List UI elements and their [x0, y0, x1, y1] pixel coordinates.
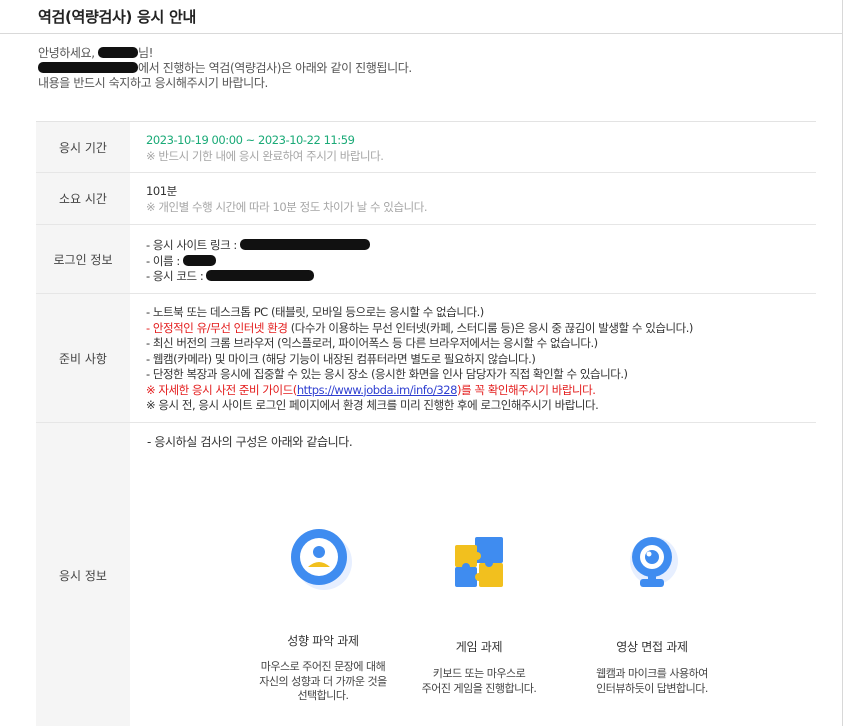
row-duration: 소요 시간 101분 ※ 개인별 수행 시간에 따라 10분 정도 차이가 날 … — [36, 173, 816, 225]
person-icon — [291, 529, 352, 590]
prep-guide-suffix: )를 꼭 확인해주시기 바랍니다. — [457, 382, 596, 397]
site-link-label: - 응시 사이트 링크 : — [146, 238, 241, 252]
redacted-name — [98, 47, 139, 58]
card-personality-desc-3: 선택합니다. — [297, 689, 349, 702]
info-table: 응시 기간 2023-10-19 00:00 ~ 2023-10-22 11:5… — [36, 121, 816, 726]
card-video-desc-1: 웹캠과 마이크를 사용하여 — [596, 667, 708, 680]
card-game-desc-1: 키보드 또는 마우스로 — [432, 667, 526, 680]
intro-line-3: 내용을 반드시 숙지하고 응시해주시기 바랍니다. — [38, 76, 268, 90]
intro-text: 안녕하세요, 님! 에서 진행하는 역검(역량검사)은 아래와 같이 진행됩니다… — [38, 46, 412, 91]
redacted-company — [38, 62, 138, 73]
greeting-prefix: 안녕하세요, — [38, 46, 99, 60]
prep-line-2-main: - 안정적인 유/무선 인터넷 환경 — [146, 320, 288, 335]
row-info: 응시 정보 - 응시하실 검사의 구성은 아래와 같습니다. 성향 파악 과제 … — [36, 423, 816, 726]
redacted-login-name — [183, 254, 217, 266]
card-video-desc-2: 인터뷰하듯이 답변합니다. — [596, 681, 708, 695]
prep-line-4: - 웹캠(카메라) 및 마이크 (해당 기능이 내장된 컴퓨터라면 별도로 필요… — [146, 352, 816, 368]
card-personality-desc: 마우스로 주어진 문장에 대해 자신의 성향과 더 가까운 것을 선택합니다. — [238, 660, 408, 704]
duration-note: ※ 개인별 수행 시간에 따라 10분 정도 차이가 날 수 있습니다. — [146, 199, 428, 214]
prep-line-6: ※ 자세한 응시 사전 준비 가이드(https://www.jobda.im/… — [146, 383, 816, 399]
info-value-cell: - 응시하실 검사의 구성은 아래와 같습니다. 성향 파악 과제 마우스로 주… — [130, 423, 816, 726]
name-label: - 이름 : — [146, 253, 184, 268]
prep-label: 준비 사항 — [36, 294, 130, 422]
card-game-desc-2: 주어진 게임을 진행합니다. — [421, 681, 537, 695]
guide-link[interactable]: https://www.jobda.im/info/328 — [297, 383, 458, 397]
card-game-desc: 키보드 또는 마우스로 주어진 게임을 진행합니다. — [394, 667, 564, 696]
card-video-name: 영상 면접 과제 — [616, 640, 688, 654]
duration-value-cell: 101분 ※ 개인별 수행 시간에 따라 10분 정도 차이가 날 수 있습니다… — [130, 173, 816, 224]
greeting-suffix: 님! — [138, 46, 154, 60]
period-date-range: 2023-10-19 00:00 ~ 2023-10-22 11:59 — [146, 133, 355, 147]
period-label: 응시 기간 — [36, 122, 130, 172]
code-label: - 응시 코드 : — [146, 269, 207, 283]
duration-value: 101분 — [146, 184, 177, 198]
prep-line-1: - 노트북 또는 데스크톱 PC (태블릿, 모바일 등으로는 응시할 수 없습… — [146, 305, 816, 321]
page-frame: 역검(역량검사) 응시 안내 안녕하세요, 님! 에서 진행하는 역검(역량검사… — [0, 0, 843, 726]
login-label: 로그인 정보 — [36, 225, 130, 293]
redacted-site-link — [240, 239, 371, 250]
card-personality-name: 성향 파악 과제 — [287, 634, 359, 648]
prep-line-5-note: (응시한 화면을 인사 담당자가 직접 확인할 수 있습니다.) — [367, 367, 628, 381]
row-login: 로그인 정보 - 응시 사이트 링크 : - 이름 : - 응시 코드 : — [36, 225, 816, 294]
login-name: - 이름 : — [146, 254, 816, 270]
intro-line-2-text: 에서 진행하는 역검(역량검사)은 아래와 같이 진행됩니다. — [138, 61, 412, 75]
prep-line-2: - 안정적인 유/무선 인터넷 환경 (다수가 이용하는 무선 인터넷(카페, … — [146, 321, 816, 337]
prep-line-1-main: - 노트북 또는 데스크톱 PC — [146, 305, 268, 319]
prep-line-7: ※ 응시 전, 응시 사이트 로그인 페이지에서 환경 체크를 미리 진행한 후… — [146, 398, 599, 412]
intro-line-2: 에서 진행하는 역검(역량검사)은 아래와 같이 진행됩니다. — [38, 61, 412, 76]
prep-value-cell: - 노트북 또는 데스크톱 PC (태블릿, 모바일 등으로는 응시할 수 없습… — [130, 294, 816, 422]
webcam-icon — [630, 537, 678, 587]
puzzle-icon — [455, 537, 503, 587]
prep-line-4-note: (해당 기능이 내장된 컴퓨터라면 별도로 필요하지 않습니다.) — [258, 351, 536, 366]
prep-line-3-note: (익스플로러, 파이어폭스 등 다른 브라우저에서는 응시할 수 없습니다.) — [273, 336, 598, 350]
login-code: - 응시 코드 : — [146, 269, 816, 285]
greeting-line: 안녕하세요, 님! — [38, 46, 412, 61]
card-personality-desc-1: 마우스로 주어진 문장에 대해 — [260, 660, 386, 673]
prep-line-5: - 단정한 복장과 응시에 집중할 수 있는 응시 장소 (응시한 화면을 인사… — [146, 367, 816, 383]
prep-line-4-main: - 웹캠(카메라) 및 마이크 — [146, 351, 259, 366]
prep-line-2-note: (다수가 이용하는 무선 인터넷(카페, 스터디룸 등)은 응시 중 끊김이 발… — [287, 320, 694, 335]
period-value: 2023-10-19 00:00 ~ 2023-10-22 11:59 ※ 반드… — [130, 122, 816, 172]
structure-text: - 응시하실 검사의 구성은 아래와 같습니다. — [147, 435, 353, 449]
prep-line-3-main: - 최신 버전의 크롬 브라우저 — [146, 336, 274, 350]
prep-line-1-note: (태블릿, 모바일 등으로는 응시할 수 없습니다.) — [267, 305, 484, 319]
row-period: 응시 기간 2023-10-19 00:00 ~ 2023-10-22 11:5… — [36, 122, 816, 173]
card-video-desc: 웹캠과 마이크를 사용하여 인터뷰하듯이 답변합니다. — [567, 667, 737, 696]
card-personality-desc-2: 자신의 성향과 더 가까운 것을 — [259, 674, 387, 688]
prep-line-5-main: - 단정한 복장과 응시에 집중할 수 있는 응시 장소 — [146, 367, 368, 381]
card-game-name: 게임 과제 — [455, 640, 503, 654]
prep-line-3: - 최신 버전의 크롬 브라우저 (익스플로러, 파이어폭스 등 다른 브라우저… — [146, 336, 816, 352]
info-label: 응시 정보 — [36, 423, 130, 726]
prep-guide-prefix: ※ 자세한 응시 사전 준비 가이드( — [146, 382, 297, 397]
page-title: 역검(역량검사) 응시 안내 — [38, 8, 196, 26]
login-site-link: - 응시 사이트 링크 : — [146, 238, 816, 254]
login-value-cell: - 응시 사이트 링크 : - 이름 : - 응시 코드 : — [130, 225, 816, 293]
redacted-code — [206, 270, 315, 281]
period-note: ※ 반드시 기한 내에 응시 완료하여 주시기 바랍니다. — [146, 148, 384, 163]
title-divider — [0, 33, 843, 34]
duration-label: 소요 시간 — [36, 173, 130, 224]
row-prep: 준비 사항 - 노트북 또는 데스크톱 PC (태블릿, 모바일 등으로는 응시… — [36, 294, 816, 423]
